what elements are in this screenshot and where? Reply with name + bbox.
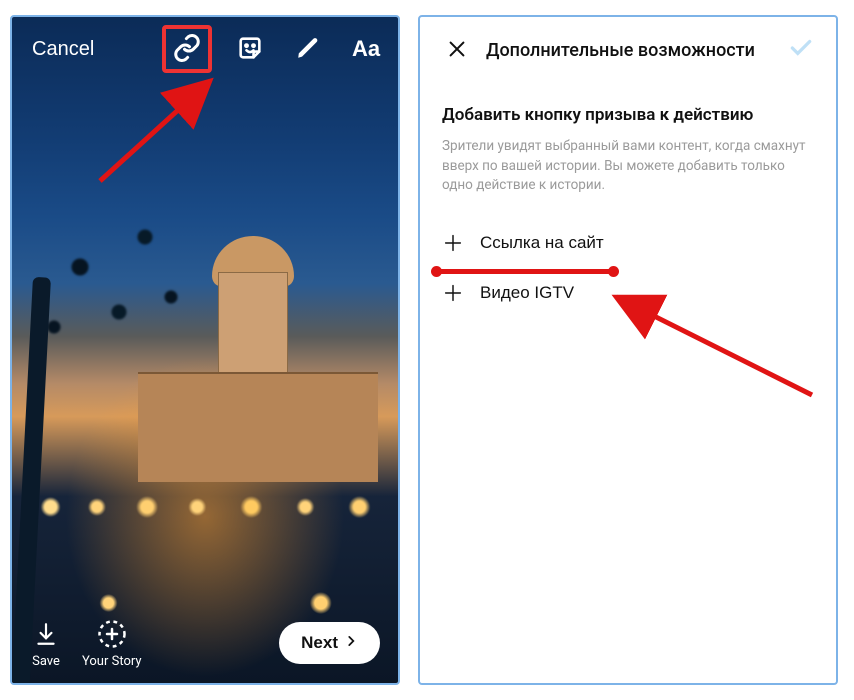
story-editor-panel: Cancel (10, 15, 400, 685)
option-label: Ссылка на сайт (480, 233, 604, 253)
text-button[interactable]: Aa (346, 29, 386, 69)
draw-icon (295, 35, 321, 64)
text-icon: Aa (352, 36, 380, 62)
top-actions-group: Aa (162, 25, 386, 73)
option-label: Видео IGTV (480, 283, 574, 303)
save-label: Save (32, 654, 60, 669)
chevron-right-icon (344, 633, 358, 653)
cta-section-description: Зрители увидят выбранный вами контент, к… (442, 137, 814, 196)
link-button[interactable] (162, 25, 212, 73)
plus-icon (442, 282, 464, 304)
your-story-group[interactable]: Your Story (82, 618, 142, 669)
download-icon (30, 618, 62, 650)
sticker-button[interactable] (230, 29, 270, 69)
options-title: Дополнительные возможности (486, 40, 774, 61)
next-label: Next (301, 633, 338, 653)
options-header: Дополнительные возможности (442, 35, 814, 87)
confirm-check-icon[interactable] (788, 35, 814, 65)
sticker-icon (236, 34, 264, 65)
option-website-link[interactable]: Ссылка на сайт (442, 218, 814, 268)
link-icon (172, 33, 202, 66)
option-igtv-video[interactable]: Видео IGTV (442, 268, 814, 318)
more-options-panel: Дополнительные возможности Добавить кноп… (418, 15, 838, 685)
close-button[interactable] (442, 35, 472, 65)
story-bottom-toolbar: Save Your Story Next (12, 603, 398, 683)
save-group[interactable]: Save (30, 618, 62, 669)
your-story-label: Your Story (82, 654, 142, 669)
your-story-icon (96, 618, 128, 650)
draw-button[interactable] (288, 29, 328, 69)
photo-string-lights (12, 487, 398, 527)
plus-icon (442, 232, 464, 254)
cta-section-title: Добавить кнопку призыва к действию (442, 105, 814, 125)
cancel-button[interactable]: Cancel (24, 32, 154, 67)
story-top-toolbar: Cancel (12, 17, 398, 81)
next-button[interactable]: Next (279, 622, 380, 664)
annotation-underline-website (435, 269, 615, 274)
close-icon (446, 38, 468, 63)
